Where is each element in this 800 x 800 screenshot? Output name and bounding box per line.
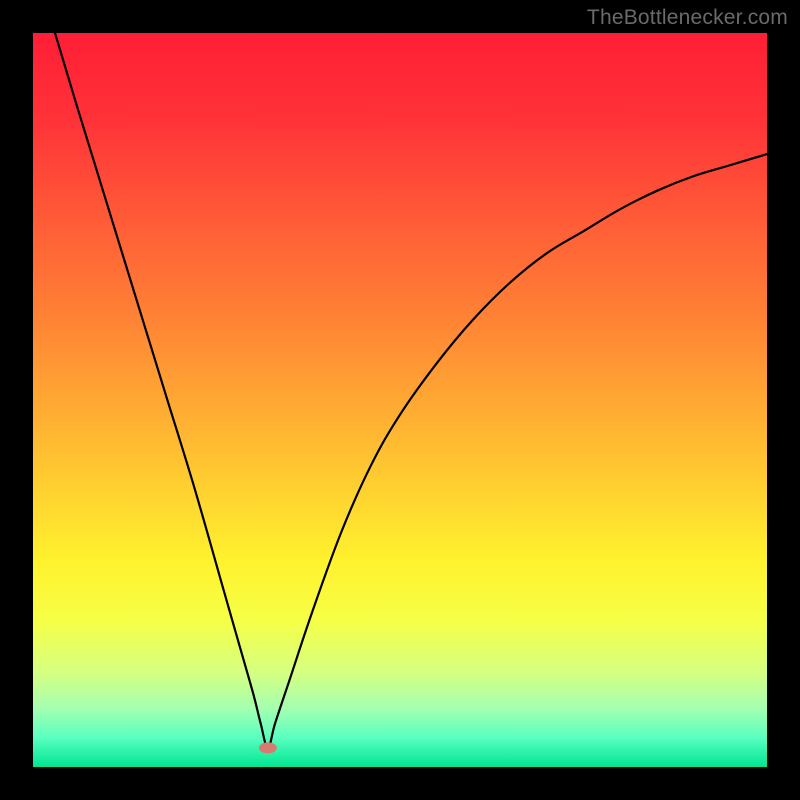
chart-frame: TheBottlenecker.com — [0, 0, 800, 800]
plot-area — [33, 33, 767, 767]
minimum-marker — [259, 742, 277, 753]
chart-background — [33, 33, 767, 767]
attribution-text: TheBottlenecker.com — [587, 6, 788, 30]
chart-svg — [33, 33, 767, 767]
